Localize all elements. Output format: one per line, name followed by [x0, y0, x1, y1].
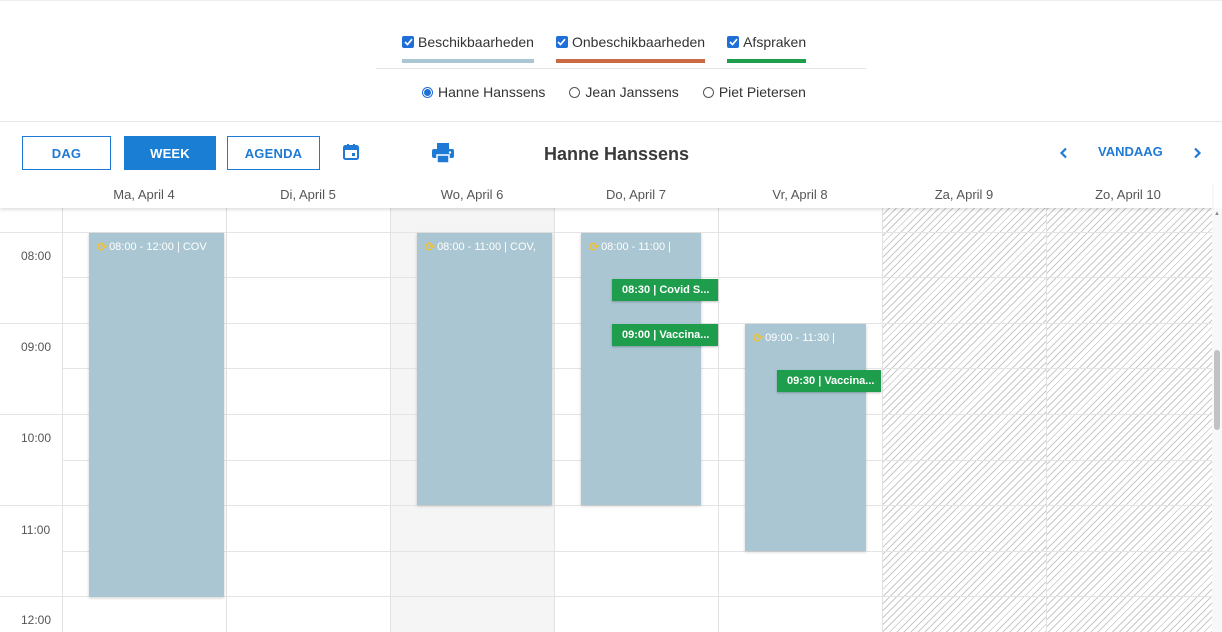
filter-label: Onbeschikbaarheden [571, 34, 706, 50]
appointment[interactable]: 08:30 | Covid S... [612, 279, 718, 301]
refresh-icon: ⟳ [97, 240, 108, 254]
appointment[interactable]: 09:30 | Vaccina... [777, 370, 881, 392]
radio-label: Hanne Hanssens [438, 84, 546, 100]
radio-unselected-icon[interactable] [569, 86, 581, 98]
checkbox-checked-icon[interactable] [727, 36, 740, 48]
week-view-button[interactable]: WEEK [124, 136, 216, 170]
availability-block[interactable]: ⟳ 08:00 - 11:00 | COV, [417, 233, 552, 505]
refresh-icon: ⟳ [589, 240, 600, 254]
filter-color-bar [555, 59, 706, 63]
printer-icon[interactable] [429, 141, 457, 165]
calendar-icon[interactable] [340, 141, 362, 163]
filter-color-bar [727, 59, 807, 63]
type-filter-row: Beschikbaarheden Onbeschikbaarheden Afsp… [402, 34, 807, 63]
day-header[interactable]: Za, April 9 [882, 187, 1046, 202]
filter-divider [376, 68, 866, 69]
day-column-weekend [1046, 208, 1212, 632]
agenda-view-button[interactable]: AGENDA [227, 136, 320, 170]
radio-hanne-hanssens[interactable]: Hanne Hanssens [422, 84, 545, 100]
time-label: 12:00 [21, 613, 52, 627]
filter-beschikbaarheden[interactable]: Beschikbaarheden [402, 34, 534, 63]
radio-label: Piet Pietersen [718, 84, 806, 100]
time-label: 08:00 [21, 249, 52, 263]
scroll-up-icon[interactable]: ▲ [1214, 210, 1220, 218]
appointment[interactable]: 09:00 | Vaccina... [612, 324, 718, 346]
day-header[interactable]: Wo, April 6 [390, 187, 554, 202]
radio-unselected-icon[interactable] [702, 86, 714, 98]
day-header-row: Ma, April 4 Di, April 5 Wo, April 6 Do, … [0, 182, 1212, 208]
checkbox-checked-icon[interactable] [402, 36, 414, 48]
chevron-right-icon[interactable] [1189, 144, 1205, 162]
time-label: 10:00 [21, 431, 52, 445]
filter-panel: Beschikbaarheden Onbeschikbaarheden Afsp… [0, 0, 1222, 122]
day-header[interactable]: Do, April 7 [554, 187, 718, 202]
day-header[interactable]: Vr, April 8 [718, 187, 882, 202]
radio-piet-pietersen[interactable]: Piet Pietersen [702, 84, 806, 100]
availability-block[interactable]: ⟳ 08:00 - 12:00 | COV [89, 233, 224, 597]
availability-label: 08:00 - 11:00 | [601, 241, 671, 253]
day-view-button[interactable]: DAG [22, 136, 111, 170]
radio-jean-janssens[interactable]: Jean Janssens [569, 84, 679, 100]
availability-block[interactable]: ⟳ 08:00 - 11:00 | [581, 233, 701, 505]
week-grid: 08:00 09:00 10:00 11:00 12:00 ⟳ 08:00 - 1… [0, 208, 1212, 632]
chevron-left-icon[interactable] [1056, 144, 1072, 162]
day-header[interactable]: Zo, April 10 [1046, 187, 1210, 202]
person-radio-group: Hanne Hanssens Jean Janssens Piet Pieter… [422, 84, 806, 100]
radio-label: Jean Janssens [585, 84, 679, 100]
radio-selected-icon[interactable] [422, 86, 433, 98]
filter-label: Afspraken [743, 34, 807, 50]
availability-label: 09:00 - 11:30 | [765, 332, 835, 344]
half-hour-line [62, 551, 1212, 552]
refresh-icon: ⟳ [753, 331, 764, 345]
day-header[interactable]: Ma, April 4 [62, 187, 226, 202]
checkbox-checked-icon[interactable] [555, 36, 568, 48]
filter-color-bar [402, 59, 534, 63]
day-header[interactable]: Di, April 5 [226, 187, 390, 202]
calendar-title: Hanne Hanssens [544, 144, 690, 164]
grid-scrollbar[interactable]: ▲ [1212, 208, 1222, 632]
filter-afspraken[interactable]: Afspraken [727, 34, 807, 63]
calendar-toolbar: DAG WEEK AGENDA Hanne Hanssens VANDAAG [0, 122, 1222, 182]
today-button[interactable]: VANDAAG [1098, 144, 1163, 159]
availability-label: 08:00 - 11:00 | COV, [437, 241, 536, 253]
time-label: 09:00 [21, 340, 52, 354]
availability-label: 08:00 - 12:00 | COV [109, 241, 207, 253]
day-column[interactable] [226, 208, 390, 632]
filter-label: Beschikbaarheden [418, 34, 534, 50]
refresh-icon: ⟳ [425, 240, 436, 254]
filter-onbeschikbaarheden[interactable]: Onbeschikbaarheden [555, 34, 706, 63]
scroll-thumb[interactable] [1214, 350, 1220, 430]
day-column-weekend [882, 208, 1046, 632]
availability-block[interactable]: ⟳ 09:00 - 11:30 | [745, 324, 866, 551]
time-label: 11:00 [21, 523, 51, 537]
